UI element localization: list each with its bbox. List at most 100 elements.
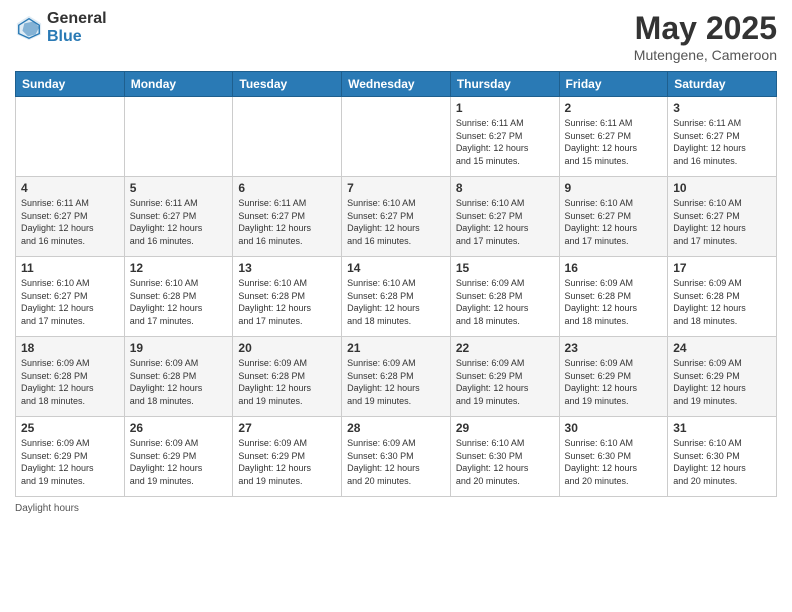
day-info: Sunrise: 6:09 AM Sunset: 6:29 PM Dayligh… (21, 437, 119, 487)
day-number: 14 (347, 261, 445, 275)
calendar-cell: 5 Sunrise: 6:11 AM Sunset: 6:27 PM Daylig… (124, 177, 233, 257)
calendar-cell: 16 Sunrise: 6:09 AM Sunset: 6:28 PM Dayli… (559, 257, 668, 337)
day-info: Sunrise: 6:11 AM Sunset: 6:27 PM Dayligh… (456, 117, 554, 167)
calendar-cell: 21Sunrise: 6:09 AM Sunset: 6:28 PM Dayli… (342, 337, 451, 417)
main-title: May 2025 (634, 10, 777, 47)
calendar-cell: 26Sunrise: 6:09 AM Sunset: 6:29 PM Dayli… (124, 417, 233, 497)
calendar-cell (16, 97, 125, 177)
day-info: Sunrise: 6:09 AM Sunset: 6:28 PM Dayligh… (238, 357, 336, 407)
day-info: Sunrise: 6:10 AM Sunset: 6:27 PM Dayligh… (565, 197, 663, 247)
subtitle: Mutengene, Cameroon (634, 47, 777, 63)
day-number: 1 (456, 101, 554, 115)
calendar-cell: 24 Sunrise: 6:09 AM Sunset: 6:29 PM Dayli… (668, 337, 777, 417)
calendar-week-3: 11Sunrise: 6:10 AM Sunset: 6:27 PM Dayli… (16, 257, 777, 337)
logo-blue: Blue (47, 28, 107, 46)
day-info: Sunrise: 6:10 AM Sunset: 6:30 PM Dayligh… (673, 437, 771, 487)
day-number: 13 (238, 261, 336, 275)
day-info: Sunrise: 6:10 AM Sunset: 6:27 PM Dayligh… (673, 197, 771, 247)
calendar-cell: 11Sunrise: 6:10 AM Sunset: 6:27 PM Dayli… (16, 257, 125, 337)
day-number: 7 (347, 181, 445, 195)
day-number: 2 (565, 101, 663, 115)
calendar-cell (342, 97, 451, 177)
logo-icon (15, 14, 43, 42)
day-number: 30 (565, 421, 663, 435)
day-number: 9 (565, 181, 663, 195)
day-header-tuesday: Tuesday (233, 72, 342, 97)
calendar-week-5: 25 Sunrise: 6:09 AM Sunset: 6:29 PM Dayli… (16, 417, 777, 497)
day-info: Sunrise: 6:10 AM Sunset: 6:27 PM Dayligh… (347, 197, 445, 247)
day-info: Sunrise: 6:10 AM Sunset: 6:27 PM Dayligh… (456, 197, 554, 247)
calendar-cell: 19 Sunrise: 6:09 AM Sunset: 6:28 PM Dayli… (124, 337, 233, 417)
calendar-cell: 27 Sunrise: 6:09 AM Sunset: 6:29 PM Dayli… (233, 417, 342, 497)
day-number: 5 (130, 181, 228, 195)
day-header-sunday: Sunday (16, 72, 125, 97)
day-number: 21 (347, 341, 445, 355)
day-number: 22 (456, 341, 554, 355)
day-info: Sunrise: 6:09 AM Sunset: 6:28 PM Dayligh… (456, 277, 554, 327)
day-header-wednesday: Wednesday (342, 72, 451, 97)
calendar-week-2: 4 Sunrise: 6:11 AM Sunset: 6:27 PM Daylig… (16, 177, 777, 257)
calendar-cell: 1 Sunrise: 6:11 AM Sunset: 6:27 PM Daylig… (450, 97, 559, 177)
calendar-cell: 20 Sunrise: 6:09 AM Sunset: 6:28 PM Dayli… (233, 337, 342, 417)
day-number: 12 (130, 261, 228, 275)
day-info: Sunrise: 6:11 AM Sunset: 6:27 PM Dayligh… (238, 197, 336, 247)
day-info: Sunrise: 6:11 AM Sunset: 6:27 PM Dayligh… (565, 117, 663, 167)
calendar-cell: 23Sunrise: 6:09 AM Sunset: 6:29 PM Dayli… (559, 337, 668, 417)
calendar-cell (124, 97, 233, 177)
calendar-cell: 17Sunrise: 6:09 AM Sunset: 6:28 PM Dayli… (668, 257, 777, 337)
day-info: Sunrise: 6:10 AM Sunset: 6:27 PM Dayligh… (21, 277, 119, 327)
calendar-cell: 2 Sunrise: 6:11 AM Sunset: 6:27 PM Daylig… (559, 97, 668, 177)
calendar-cell: 25 Sunrise: 6:09 AM Sunset: 6:29 PM Dayli… (16, 417, 125, 497)
calendar-cell: 22 Sunrise: 6:09 AM Sunset: 6:29 PM Dayli… (450, 337, 559, 417)
logo: General Blue (15, 10, 107, 45)
calendar-cell: 14 Sunrise: 6:10 AM Sunset: 6:28 PM Dayli… (342, 257, 451, 337)
calendar-cell: 31 Sunrise: 6:10 AM Sunset: 6:30 PM Dayli… (668, 417, 777, 497)
header: General Blue May 2025 Mutengene, Cameroo… (15, 10, 777, 63)
day-info: Sunrise: 6:09 AM Sunset: 6:30 PM Dayligh… (347, 437, 445, 487)
day-info: Sunrise: 6:10 AM Sunset: 6:30 PM Dayligh… (565, 437, 663, 487)
logo-text: General Blue (47, 10, 107, 45)
day-info: Sunrise: 6:09 AM Sunset: 6:29 PM Dayligh… (673, 357, 771, 407)
day-number: 8 (456, 181, 554, 195)
day-header-saturday: Saturday (668, 72, 777, 97)
calendar-cell: 6Sunrise: 6:11 AM Sunset: 6:27 PM Daylig… (233, 177, 342, 257)
calendar-cell: 28 Sunrise: 6:09 AM Sunset: 6:30 PM Dayli… (342, 417, 451, 497)
calendar-cell: 30 Sunrise: 6:10 AM Sunset: 6:30 PM Dayli… (559, 417, 668, 497)
logo-general: General (47, 10, 107, 28)
calendar-cell: 13Sunrise: 6:10 AM Sunset: 6:28 PM Dayli… (233, 257, 342, 337)
day-number: 27 (238, 421, 336, 435)
day-number: 15 (456, 261, 554, 275)
day-number: 25 (21, 421, 119, 435)
calendar-cell: 15 Sunrise: 6:09 AM Sunset: 6:28 PM Dayli… (450, 257, 559, 337)
day-number: 26 (130, 421, 228, 435)
day-info: Sunrise: 6:11 AM Sunset: 6:27 PM Dayligh… (130, 197, 228, 247)
day-number: 23 (565, 341, 663, 355)
day-info: Sunrise: 6:09 AM Sunset: 6:28 PM Dayligh… (21, 357, 119, 407)
day-number: 4 (21, 181, 119, 195)
daylight-label: Daylight hours (15, 503, 79, 514)
day-number: 28 (347, 421, 445, 435)
calendar-cell: 10Sunrise: 6:10 AM Sunset: 6:27 PM Dayli… (668, 177, 777, 257)
day-header-monday: Monday (124, 72, 233, 97)
day-info: Sunrise: 6:09 AM Sunset: 6:28 PM Dayligh… (130, 357, 228, 407)
footer: Daylight hours (15, 503, 777, 514)
calendar-cell: 3Sunrise: 6:11 AM Sunset: 6:27 PM Daylig… (668, 97, 777, 177)
day-info: Sunrise: 6:09 AM Sunset: 6:28 PM Dayligh… (565, 277, 663, 327)
day-number: 20 (238, 341, 336, 355)
day-number: 16 (565, 261, 663, 275)
day-number: 31 (673, 421, 771, 435)
calendar-cell: 9 Sunrise: 6:10 AM Sunset: 6:27 PM Daylig… (559, 177, 668, 257)
day-header-friday: Friday (559, 72, 668, 97)
calendar-cell: 4 Sunrise: 6:11 AM Sunset: 6:27 PM Daylig… (16, 177, 125, 257)
page: General Blue May 2025 Mutengene, Cameroo… (0, 0, 792, 612)
day-info: Sunrise: 6:11 AM Sunset: 6:27 PM Dayligh… (21, 197, 119, 247)
day-number: 18 (21, 341, 119, 355)
calendar-cell: 29Sunrise: 6:10 AM Sunset: 6:30 PM Dayli… (450, 417, 559, 497)
calendar-cell: 8 Sunrise: 6:10 AM Sunset: 6:27 PM Daylig… (450, 177, 559, 257)
day-info: Sunrise: 6:09 AM Sunset: 6:29 PM Dayligh… (456, 357, 554, 407)
calendar-week-4: 18 Sunrise: 6:09 AM Sunset: 6:28 PM Dayli… (16, 337, 777, 417)
day-info: Sunrise: 6:09 AM Sunset: 6:29 PM Dayligh… (238, 437, 336, 487)
day-number: 19 (130, 341, 228, 355)
day-number: 24 (673, 341, 771, 355)
day-info: Sunrise: 6:10 AM Sunset: 6:28 PM Dayligh… (347, 277, 445, 327)
